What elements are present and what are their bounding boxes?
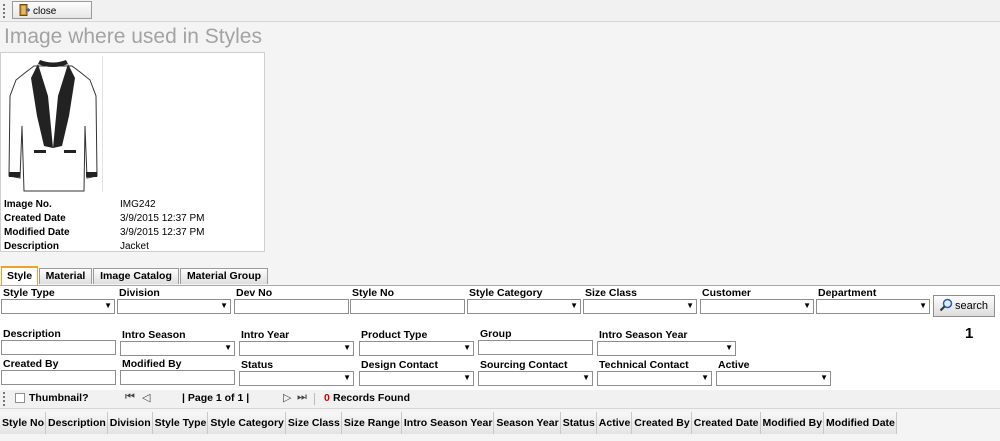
column-created-date[interactable]: Created Date xyxy=(691,412,761,434)
results-grid-header: Style No Description Division Style Type… xyxy=(0,412,897,434)
column-style-type[interactable]: Style Type xyxy=(152,412,209,434)
intro-season-year-label: Intro Season Year xyxy=(599,329,688,341)
close-button[interactable]: close xyxy=(12,1,92,19)
column-modified-by[interactable]: Modified By xyxy=(760,412,825,434)
intro-season-year-select[interactable] xyxy=(597,341,736,356)
search-button-label: search xyxy=(955,300,989,312)
column-size-class[interactable]: Size Class xyxy=(285,412,342,434)
intro-season-label: Intro Season xyxy=(122,329,186,341)
search-button[interactable]: search xyxy=(933,295,995,317)
style-category-label: Style Category xyxy=(469,287,543,299)
exit-door-icon xyxy=(19,4,31,16)
intro-season-select[interactable] xyxy=(120,341,235,356)
image-info: Image No. IMG242 Created Date 3/9/2015 12:… xyxy=(4,197,205,253)
info-row-created-date: Created Date 3/9/2015 12:37 PM xyxy=(4,211,205,225)
style-type-select[interactable] xyxy=(1,299,115,314)
tab-image-catalog[interactable]: Image Catalog xyxy=(93,268,179,284)
sourcing-contact-label: Sourcing Contact xyxy=(480,359,568,371)
group-label: Group xyxy=(480,328,512,340)
image-panel: Image No. IMG242 Created Date 3/9/2015 12:… xyxy=(0,52,265,252)
info-value: 3/9/2015 12:37 PM xyxy=(120,227,205,238)
column-active[interactable]: Active xyxy=(596,412,633,434)
info-key: Description xyxy=(4,241,60,252)
next-page-icon[interactable]: ▷ xyxy=(283,391,291,404)
design-contact-select[interactable] xyxy=(359,371,474,386)
column-intro-season-year[interactable]: Intro Season Year xyxy=(401,412,495,434)
product-type-label: Product Type xyxy=(361,329,428,341)
dev-no-label: Dev No xyxy=(236,287,273,299)
first-page-icon[interactable]: ⏮ xyxy=(125,391,135,404)
product-type-select[interactable] xyxy=(359,341,474,356)
customer-label: Customer xyxy=(702,287,752,299)
last-page-icon[interactable]: ⏭ xyxy=(297,391,307,404)
active-label: Active xyxy=(718,359,750,371)
column-status[interactable]: Status xyxy=(560,412,597,434)
info-key: Created Date xyxy=(4,213,66,224)
column-style-no[interactable]: Style No xyxy=(0,412,47,434)
close-button-label: close xyxy=(33,6,57,17)
pager-grip-icon xyxy=(3,392,5,406)
info-row-modified-date: Modified Date 3/9/2015 12:37 PM xyxy=(4,225,205,239)
intro-year-label: Intro Year xyxy=(241,329,290,341)
info-value: Jacket xyxy=(120,241,149,252)
created-by-label: Created By xyxy=(3,358,59,370)
style-no-label: Style No xyxy=(352,287,395,299)
column-created-by[interactable]: Created By xyxy=(632,412,692,434)
column-division[interactable]: Division xyxy=(107,412,153,434)
customer-select[interactable] xyxy=(700,299,814,314)
prev-page-icon[interactable]: ◁ xyxy=(142,391,150,404)
info-row-image-no: Image No. IMG242 xyxy=(4,197,205,211)
size-class-label: Size Class xyxy=(585,287,637,299)
technical-contact-select[interactable] xyxy=(597,371,712,386)
column-season-year[interactable]: Season Year xyxy=(494,412,561,434)
thumbnail-label: Thumbnail? xyxy=(29,392,89,404)
style-no-input[interactable] xyxy=(350,299,465,314)
toolbar-grip-icon xyxy=(3,4,5,18)
status-select[interactable] xyxy=(239,371,354,386)
active-select[interactable] xyxy=(716,371,831,386)
pager-divider xyxy=(314,393,315,405)
info-value: 3/9/2015 12:37 PM xyxy=(120,213,205,224)
size-class-select[interactable] xyxy=(583,299,697,314)
dev-no-input[interactable] xyxy=(234,299,349,314)
department-label: Department xyxy=(818,287,877,299)
pager-bar: Thumbnail? ⏮ ◁ | Page 1 of 1 | ▷ ⏭ 0 Rec… xyxy=(0,390,1000,409)
info-key: Image No. xyxy=(4,199,52,210)
tab-style[interactable]: Style xyxy=(1,266,38,285)
created-by-input[interactable] xyxy=(1,370,116,385)
tab-material-group[interactable]: Material Group xyxy=(180,268,268,284)
top-toolbar: close xyxy=(0,0,1000,22)
records-count: 0 xyxy=(324,392,330,404)
info-key: Modified Date xyxy=(4,227,70,238)
info-row-description: Description Jacket xyxy=(4,239,205,253)
column-style-category[interactable]: Style Category xyxy=(208,412,286,434)
group-input[interactable] xyxy=(478,340,593,355)
jacket-image xyxy=(4,56,103,192)
info-value: IMG242 xyxy=(120,199,156,210)
column-modified-date[interactable]: Modified Date xyxy=(824,412,897,434)
design-contact-label: Design Contact xyxy=(361,359,439,371)
result-count-badge: 1 xyxy=(965,325,974,342)
department-select[interactable] xyxy=(816,299,930,314)
tab-material[interactable]: Material xyxy=(39,268,92,284)
search-icon xyxy=(939,298,953,312)
description-label: Description xyxy=(3,328,61,340)
intro-year-select[interactable] xyxy=(239,341,354,356)
page-title: Image where used in Styles xyxy=(4,25,262,48)
page-indicator: | Page 1 of 1 | xyxy=(182,392,250,404)
column-description[interactable]: Description xyxy=(46,412,108,434)
column-size-range[interactable]: Size Range xyxy=(341,412,402,434)
style-type-label: Style Type xyxy=(3,287,55,299)
description-input[interactable] xyxy=(1,340,116,355)
records-label: Records Found xyxy=(333,392,411,404)
style-category-select[interactable] xyxy=(467,299,581,314)
technical-contact-label: Technical Contact xyxy=(599,359,689,371)
sourcing-contact-select[interactable] xyxy=(478,371,593,386)
thumbnail-checkbox[interactable] xyxy=(15,393,25,403)
division-label: Division xyxy=(119,287,160,299)
status-label: Status xyxy=(241,359,274,371)
modified-by-input[interactable] xyxy=(120,370,235,385)
division-select[interactable] xyxy=(117,299,231,314)
modified-by-label: Modified By xyxy=(122,358,182,370)
